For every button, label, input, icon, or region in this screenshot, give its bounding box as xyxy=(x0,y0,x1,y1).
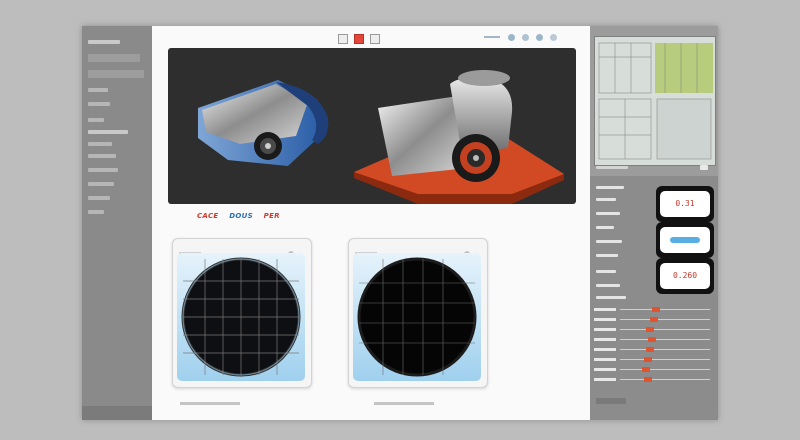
property-label xyxy=(596,240,622,243)
layer-icon[interactable] xyxy=(370,34,380,44)
sidebar-item[interactable] xyxy=(88,196,110,200)
gauge-3-value: 0.260 xyxy=(660,263,710,289)
blueprint-thumbnail[interactable] xyxy=(594,36,716,166)
panel-footer-button[interactable] xyxy=(596,398,626,404)
lens-background xyxy=(353,253,481,381)
3d-model-render xyxy=(198,70,564,204)
slider-knob[interactable] xyxy=(648,337,656,342)
sidebar-search-field[interactable] xyxy=(88,54,140,62)
grid-icon[interactable] xyxy=(536,34,543,41)
slider-row[interactable] xyxy=(594,327,714,332)
slider-knob[interactable] xyxy=(650,317,658,322)
main-area: CACE DOUS PER xyxy=(152,26,590,420)
lens-preview-card-right[interactable] xyxy=(348,238,488,388)
sidebar-item[interactable] xyxy=(88,168,118,172)
slider-knob[interactable] xyxy=(646,327,654,332)
sidebar-item[interactable] xyxy=(88,118,104,122)
slider-row[interactable] xyxy=(594,367,714,372)
right-panel: 0.31 0.260 xyxy=(590,26,718,420)
gauge-1-value: 0.31 xyxy=(660,191,710,217)
card-tabbar xyxy=(179,243,299,257)
3d-viewport[interactable] xyxy=(168,48,576,204)
card-caption-right xyxy=(374,402,434,405)
sidebar-item[interactable] xyxy=(88,40,120,44)
app-window: CACE DOUS PER 0.31 0.260 xyxy=(82,26,718,420)
sidebar-filter-field[interactable] xyxy=(88,70,144,78)
blueprint-image xyxy=(595,37,715,165)
property-label xyxy=(596,186,624,189)
sidebar-footer xyxy=(82,406,152,420)
slider-row[interactable] xyxy=(594,317,714,322)
label-1[interactable]: CACE xyxy=(197,212,218,220)
gauge-2[interactable] xyxy=(656,222,714,258)
gauge-1[interactable]: 0.31 xyxy=(656,186,714,222)
toolbar-button-icon[interactable] xyxy=(338,34,348,44)
expand-icon[interactable] xyxy=(550,34,557,41)
lens-preview-card-left[interactable] xyxy=(172,238,312,388)
slider-knob[interactable] xyxy=(652,307,660,312)
slider-row[interactable] xyxy=(594,307,714,312)
view-labels: CACE DOUS PER xyxy=(197,212,288,220)
panel-label xyxy=(596,166,628,169)
sidebar-item[interactable] xyxy=(88,142,112,146)
slider-knob[interactable] xyxy=(644,357,652,362)
slider-row[interactable] xyxy=(594,347,714,352)
property-label xyxy=(596,296,626,299)
label-2[interactable]: DOUS xyxy=(229,212,253,220)
label-3[interactable]: PER xyxy=(264,212,280,220)
sidebar-item[interactable] xyxy=(88,210,104,214)
card-caption-left xyxy=(180,402,240,405)
sidebar-item[interactable] xyxy=(88,154,116,158)
card-tabbar xyxy=(355,243,475,257)
record-icon[interactable] xyxy=(354,34,364,44)
settings-icon[interactable] xyxy=(508,34,515,41)
panel-button[interactable] xyxy=(700,165,708,170)
view-icon[interactable] xyxy=(522,34,529,41)
property-label xyxy=(596,270,616,273)
property-label xyxy=(596,284,620,287)
slider-knob[interactable] xyxy=(642,367,650,372)
slider-knob[interactable] xyxy=(646,347,654,352)
property-label xyxy=(596,254,618,257)
property-label xyxy=(596,212,620,215)
left-sidebar xyxy=(82,26,152,420)
gauge-2-bar xyxy=(670,237,700,243)
gauge-2-value xyxy=(660,227,710,253)
slider-row[interactable] xyxy=(594,337,714,342)
sidebar-item[interactable] xyxy=(88,88,108,92)
lens-grid-right xyxy=(357,257,477,377)
sidebar-item[interactable] xyxy=(88,102,110,106)
gauge-3[interactable]: 0.260 xyxy=(656,258,714,294)
lens-grid-left xyxy=(181,257,301,377)
sidebar-item[interactable] xyxy=(88,130,128,134)
property-label xyxy=(596,198,616,201)
property-label xyxy=(596,226,614,229)
slider-row[interactable] xyxy=(594,377,714,382)
toolbar xyxy=(152,26,590,48)
slider-knob[interactable] xyxy=(644,377,652,382)
slider-row[interactable] xyxy=(594,357,714,362)
toolbar-label xyxy=(484,36,500,38)
sidebar-item[interactable] xyxy=(88,182,114,186)
lens-background xyxy=(177,253,305,381)
